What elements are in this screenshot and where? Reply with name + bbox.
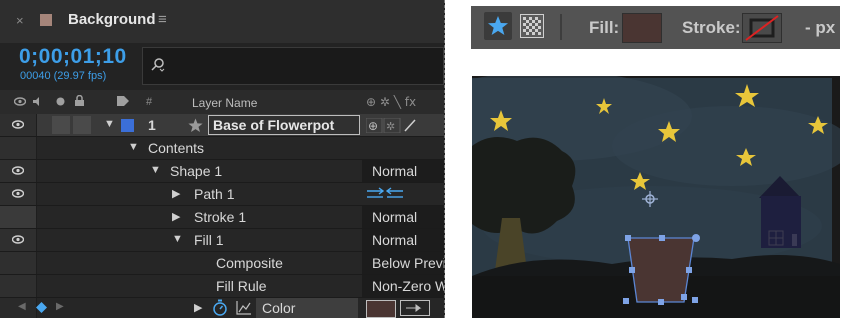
svg-text:⊕ ✲ ╲ fx: ⊕ ✲ ╲ fx	[366, 95, 416, 109]
close-icon[interactable]: ×	[16, 13, 24, 28]
star-icon	[188, 118, 203, 132]
blend-mode-value: Normal	[372, 232, 418, 248]
path-direction-icon[interactable]	[366, 187, 410, 201]
property-row-shape[interactable]: ▼ Shape 1 Normal	[0, 160, 444, 183]
property-label: Stroke 1	[194, 209, 247, 225]
star-tool-button[interactable]	[484, 12, 512, 40]
property-row-path[interactable]: ▶ Path 1	[0, 183, 444, 206]
label-icon[interactable]	[116, 95, 130, 107]
no-stroke-icon	[745, 15, 779, 41]
expand-triangle-icon[interactable]: ▼	[150, 164, 161, 176]
eye-icon	[12, 189, 24, 198]
panel-tab-bar: × Background ≡	[0, 0, 444, 43]
current-time-display[interactable]: 0;00;01;10	[19, 45, 127, 69]
eye-icon	[12, 235, 24, 244]
property-label-highlight: Color	[256, 298, 358, 318]
stopwatch-icon[interactable]	[212, 299, 228, 316]
blend-mode-select[interactable]: Normal	[362, 206, 444, 228]
fill-rule-select[interactable]: Non-Zero Winding	[362, 275, 444, 297]
collapse-triangle-icon[interactable]: ▶	[194, 301, 202, 314]
frame-count: 00040 (29.97 fps)	[20, 70, 107, 82]
switches-header-icons: ⊕ ✲ ╲ fx	[366, 95, 416, 109]
composition-tab-title[interactable]: Background	[68, 11, 156, 28]
fill-color-swatch[interactable]	[622, 13, 662, 43]
visibility-toggle[interactable]	[0, 114, 37, 136]
layer-number: 1	[148, 117, 156, 133]
fill-rule-value: Non-Zero Winding	[372, 278, 444, 294]
property-row-composite[interactable]: Composite Below Previous	[0, 252, 444, 275]
eye-icon	[12, 120, 24, 129]
eye-icon	[12, 166, 24, 175]
property-row-stroke[interactable]: ▶ Stroke 1 Normal	[0, 206, 444, 229]
eye-column	[0, 137, 37, 159]
property-row-color[interactable]: ◀ ▶ ▶ Color	[0, 298, 444, 318]
composite-value: Below Previous	[372, 255, 444, 271]
layer-row[interactable]: ▼ 1 Base of Flowerpot ⊕ ✲	[0, 114, 444, 137]
layer-switches[interactable]: ⊕ ✲	[366, 118, 436, 133]
keyframe-diamond-icon[interactable]	[36, 302, 47, 313]
eye-column	[0, 275, 37, 297]
property-label: Contents	[148, 140, 205, 156]
layer-name-header[interactable]: Layer Name	[192, 96, 257, 110]
property-label: Composite	[216, 255, 283, 271]
visibility-toggle[interactable]	[0, 160, 37, 182]
lock-icon[interactable]	[74, 95, 85, 107]
svg-text:⊕: ⊕	[368, 119, 378, 133]
label-color-swatch[interactable]	[121, 119, 134, 132]
stroke-color-swatch[interactable]	[742, 13, 782, 43]
star-icon	[488, 16, 508, 35]
keyframe-navigator: ◀ ▶	[0, 298, 64, 318]
expand-triangle-icon[interactable]: ▼	[172, 233, 183, 245]
blend-mode-value: Normal	[372, 163, 418, 179]
property-label: Shape 1	[170, 163, 223, 179]
blend-mode-value: Normal	[372, 209, 418, 225]
composite-select[interactable]: Below Previous	[362, 252, 444, 274]
search-input[interactable]	[142, 47, 444, 85]
solo-icon[interactable]	[56, 97, 65, 106]
expand-triangle-icon[interactable]: ▼	[104, 118, 115, 130]
layer-name-text: Base of Flowerpot	[213, 117, 335, 133]
visibility-toggle[interactable]	[0, 183, 37, 205]
stroke-label[interactable]: Stroke:	[682, 18, 741, 38]
composition-viewer[interactable]	[412, 71, 850, 318]
search-icon	[151, 58, 165, 72]
layer-number-header: #	[146, 96, 153, 108]
property-label: Fill Rule	[216, 278, 267, 294]
collapse-triangle-icon[interactable]: ▶	[172, 210, 180, 223]
previous-keyframe-icon[interactable]: ◀	[18, 301, 26, 312]
transparency-grid-icon[interactable]	[520, 14, 544, 38]
property-label: Fill 1	[194, 232, 224, 248]
audio-icon[interactable]	[32, 96, 44, 107]
expand-triangle-icon[interactable]: ▼	[128, 141, 139, 153]
solo-switch[interactable]	[52, 116, 70, 134]
visibility-toggle[interactable]	[0, 206, 37, 228]
property-label: Color	[262, 300, 296, 316]
layer-name-field[interactable]: Base of Flowerpot	[208, 115, 360, 135]
lock-switch[interactable]	[73, 116, 91, 134]
property-row-fill[interactable]: ▼ Fill 1 Normal	[0, 229, 444, 252]
svg-text:✲: ✲	[386, 120, 395, 133]
timeline-panel: × Background ≡ 0;00;01;10 00040 (29.97 f…	[0, 0, 445, 318]
label-color-swatch	[40, 14, 52, 26]
toolbar-separator	[560, 14, 562, 40]
menu-icon[interactable]: ≡	[158, 11, 167, 28]
next-keyframe-icon[interactable]: ▶	[56, 301, 64, 312]
eye-column	[0, 252, 37, 274]
fill-label[interactable]: Fill:	[589, 18, 619, 38]
collapse-triangle-icon[interactable]: ▶	[172, 187, 180, 200]
eye-icon[interactable]	[14, 97, 26, 106]
property-row-fill-rule[interactable]: Fill Rule Non-Zero Winding	[0, 275, 444, 298]
color-swatch[interactable]	[366, 300, 396, 318]
property-row-contents[interactable]: ▼ Contents	[0, 137, 444, 160]
stroke-width-unit: - px	[805, 18, 836, 37]
visibility-toggle[interactable]	[0, 229, 37, 251]
color-picker-icon[interactable]	[400, 300, 430, 316]
property-label: Path 1	[194, 186, 235, 202]
blend-mode-select[interactable]: Normal	[362, 160, 444, 182]
column-header: # Layer Name ⊕ ✲ ╲ fx	[0, 90, 444, 114]
graph-icon[interactable]	[236, 300, 252, 315]
blend-mode-select[interactable]: Normal	[362, 229, 444, 251]
composition-canvas	[412, 71, 850, 318]
